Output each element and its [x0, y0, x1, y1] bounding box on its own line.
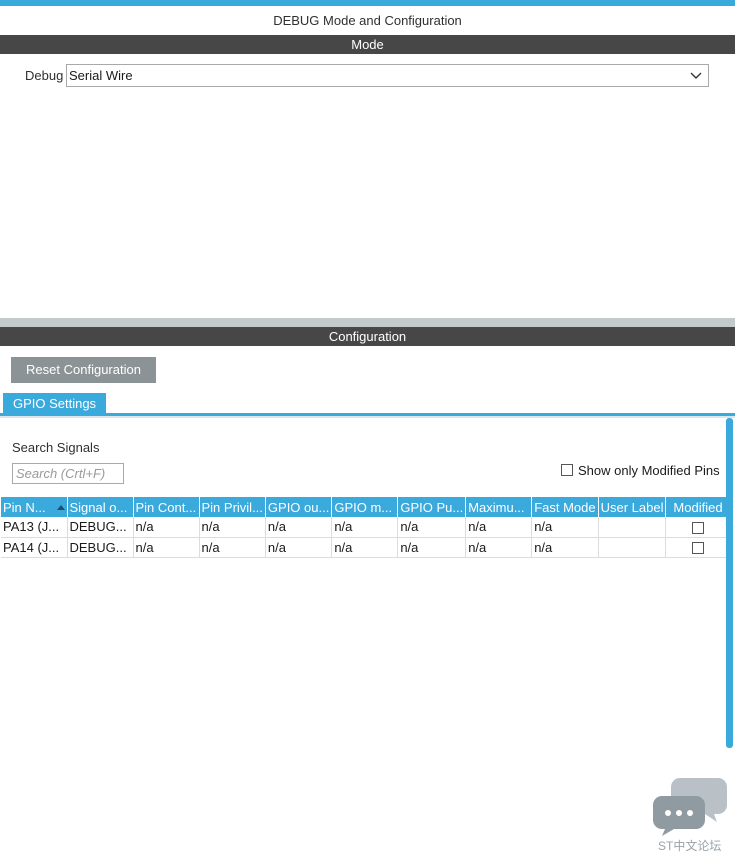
column-header-gpio-output[interactable]: GPIO ou... [265, 497, 333, 517]
tab-gpio-settings[interactable]: GPIO Settings [3, 393, 106, 414]
column-header-gpio-mode[interactable]: GPIO m... [331, 497, 399, 517]
cell-fast-mode[interactable]: n/a [531, 517, 599, 538]
cell-user-label[interactable] [598, 517, 667, 538]
debug-select[interactable]: Serial Wire [66, 64, 709, 87]
cell-gpio-mode[interactable]: n/a [331, 537, 399, 558]
reset-configuration-button[interactable]: Reset Configuration [11, 357, 156, 383]
cell-gpio-mode[interactable]: n/a [331, 517, 399, 538]
modified-checkbox[interactable] [691, 542, 704, 555]
cell-user-label[interactable] [598, 537, 667, 558]
column-header-user-label[interactable]: User Label [598, 497, 667, 517]
cell-pin-name[interactable]: PA14 (J... [1, 537, 68, 558]
panel-splitter[interactable] [0, 318, 735, 327]
cell-modified[interactable] [665, 537, 731, 558]
show-only-modified-label: Show only Modified Pins [578, 463, 720, 478]
column-header-fast-mode[interactable]: Fast Mode [531, 497, 599, 517]
cell-pin-context[interactable]: n/a [133, 517, 200, 538]
cell-pin-privilege[interactable]: n/a [199, 537, 266, 558]
column-header-gpio-pull[interactable]: GPIO Pu... [397, 497, 467, 517]
configuration-section-header: Configuration [0, 327, 735, 346]
watermark-text: ST中文论坛 [658, 839, 722, 853]
table-row[interactable]: PA13 (J... DEBUG... n/a n/a n/a n/a n/a … [1, 517, 731, 538]
mode-section-header: Mode [0, 35, 735, 54]
table-row[interactable]: PA14 (J... DEBUG... n/a n/a n/a n/a n/a … [1, 537, 731, 558]
cell-gpio-output[interactable]: n/a [265, 517, 333, 538]
cell-gpio-pull[interactable]: n/a [397, 517, 467, 538]
chevron-down-icon [690, 72, 702, 79]
gpio-signals-table: Pin N... Signal o... Pin Cont... Pin Pri… [1, 497, 731, 558]
cell-pin-context[interactable]: n/a [133, 537, 200, 558]
column-header-modified[interactable]: Modified [665, 497, 731, 517]
column-header-pin-context[interactable]: Pin Cont... [133, 497, 200, 517]
cell-gpio-pull[interactable]: n/a [397, 537, 467, 558]
column-header-pin-privilege[interactable]: Pin Privil... [199, 497, 266, 517]
cell-pin-name[interactable]: PA13 (J... [1, 517, 68, 538]
cell-fast-mode[interactable]: n/a [531, 537, 599, 558]
debug-label: Debug [25, 68, 64, 83]
column-header-pin-name[interactable]: Pin N... [1, 497, 68, 517]
vertical-scrollbar[interactable] [726, 418, 733, 748]
window-title: DEBUG Mode and Configuration [273, 13, 462, 28]
cell-signal[interactable]: DEBUG... [67, 537, 134, 558]
cell-modified[interactable] [665, 517, 731, 538]
column-header-signal[interactable]: Signal o... [67, 497, 134, 517]
cell-signal[interactable]: DEBUG... [67, 517, 134, 538]
modified-checkbox[interactable] [691, 521, 704, 534]
panel-border [0, 416, 735, 418]
debug-select-value: Serial Wire [69, 68, 133, 83]
table-header-row: Pin N... Signal o... Pin Cont... Pin Pri… [1, 497, 731, 517]
forum-watermark: ST中文论坛 [650, 776, 732, 856]
search-signals-label: Search Signals [12, 440, 100, 455]
cell-maximum-speed[interactable]: n/a [465, 537, 533, 558]
cell-gpio-output[interactable]: n/a [265, 537, 333, 558]
search-signals-input[interactable] [12, 463, 124, 484]
chat-bubble-icon [653, 778, 727, 836]
cell-pin-privilege[interactable]: n/a [199, 517, 266, 538]
show-only-modified-checkbox[interactable] [561, 464, 573, 476]
cell-maximum-speed[interactable]: n/a [465, 517, 533, 538]
sort-ascending-icon [56, 504, 65, 510]
column-header-maximum-speed[interactable]: Maximu... [465, 497, 533, 517]
